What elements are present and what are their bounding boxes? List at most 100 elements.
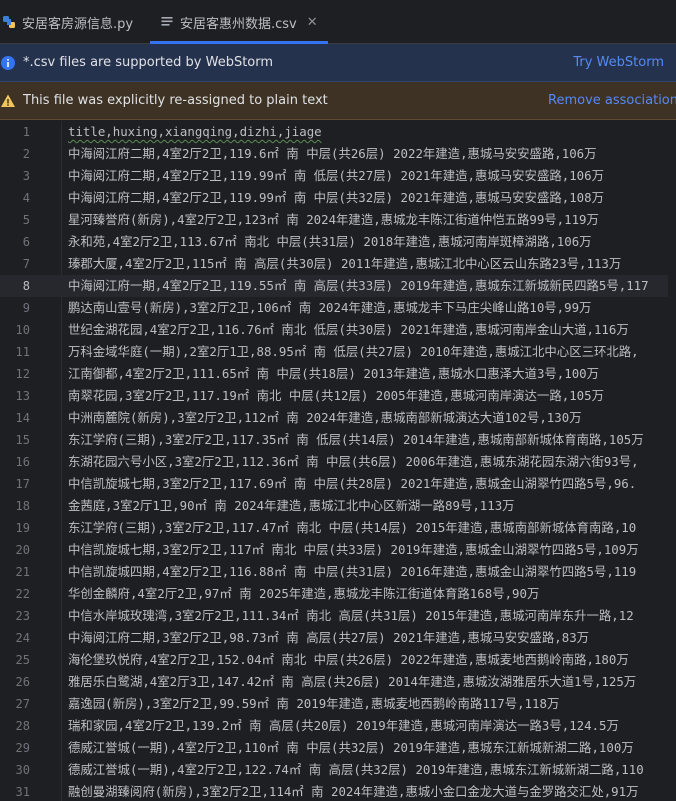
line-text: 瑧郡大厦,4室2厅2卫,115㎡ 南 高层(共30层) 2011年建造,惠城江北… (68, 256, 622, 271)
line-number: 8 (22, 279, 30, 293)
editor-line[interactable]: 23 中信水岸城玫瑰湾,3室2厅2卫,111.34㎡ 南北 高层(共31层) 20… (0, 605, 676, 627)
close-icon[interactable]: ✕ (307, 15, 318, 30)
line-number: 31 (15, 785, 30, 799)
line-text: 江南御都,4室2厅2卫,111.65㎡ 南 中层(共18层) 2013年建造,惠… (68, 366, 600, 381)
editor-line[interactable]: 16 东湖花园六号小区,3室2厅2卫,112.36㎡ 南 中层(共6层) 2006… (0, 451, 676, 473)
editor-line[interactable]: 30 德威江誉城(一期),4室2厅2卫,122.74㎡ 南 高层(共32层) 20… (0, 759, 676, 781)
line-text: 嘉逸园(新房),3室2厅2卫,99.59㎡ 南 2019年建造,惠城麦地西鹅岭南… (68, 696, 560, 711)
line-number: 16 (15, 455, 30, 469)
editor-line[interactable]: 29 德威江誉城(一期),4室2厅2卫,110㎡ 南 中层(共32层) 2019年… (0, 737, 676, 759)
line-text: 融创曼湖臻阅府(新房),3室2厅2卫,114㎡ 南 2024年建造,惠城小金口金… (68, 784, 639, 799)
tab-python-file[interactable]: 安居客房源信息.py (0, 0, 133, 44)
line-text: 海伦堡玖悦府,4室2厅2卫,152.04㎡ 南北 中层(共26层) 2022年建… (68, 652, 629, 667)
line-text: 南翠花园,3室2厅2卫,117.19㎡ 南北 中层(共12层) 2005年建造,… (68, 388, 604, 403)
editor-line[interactable]: 10 世纪金湖花园,4室2厅2卫,116.76㎡ 南北 低层(共30层) 2021… (0, 319, 676, 341)
editor-line[interactable]: 18 金茜庭,3室2厅1卫,90㎡ 南 2024年建造,惠城江北中心区新湖一路89… (0, 495, 676, 517)
line-number: 21 (15, 565, 30, 579)
editor-line[interactable]: 1 title,huxing,xiangqing,dizhi,jiage (0, 121, 676, 143)
editor-line[interactable]: 4 中海阅江府二期,4室2厅2卫,119.99㎡ 南 中层(共32层) 2021年… (0, 187, 676, 209)
editor-line[interactable]: 31 融创曼湖臻阅府(新房),3室2厅2卫,114㎡ 南 2024年建造,惠城小金… (0, 781, 676, 801)
line-text: 德威江誉城(一期),4室2厅2卫,122.74㎡ 南 高层(共32层) 2019… (68, 762, 644, 777)
line-number: 7 (22, 257, 30, 271)
tab-label: 安居客惠州数据.csv (180, 16, 297, 32)
line-text: 中信凯旋城七期,3室2厅2卫,117.69㎡ 南 中层(共28层) 2021年建… (68, 476, 637, 491)
line-text: 世纪金湖花园,4室2厅2卫,116.76㎡ 南北 低层(共30层) 2021年建… (68, 322, 629, 337)
editor-line[interactable]: 19 东江学府(三期),3室2厅2卫,117.47㎡ 南北 中层(共14层) 20… (0, 517, 676, 539)
line-number: 26 (15, 675, 30, 689)
editor-line[interactable]: 28 瑞和家园,4室2厅2卫,139.2㎡ 南 高层(共20层) 2019年建造,… (0, 715, 676, 737)
line-number: 4 (22, 191, 30, 205)
remove-association-link[interactable]: Remove association (548, 93, 676, 108)
webstorm-banner: *.csv files are supported by WebStorm Tr… (0, 44, 676, 82)
line-text: 华创金麟府,4室2厅2卫,97㎡ 南 2025年建造,惠城龙丰陈江街道体育路16… (68, 586, 540, 601)
editor-line[interactable]: 24 中海阅江府二期,3室2厅2卫,98.73㎡ 南 高层(共27层) 2021年… (0, 627, 676, 649)
try-webstorm-link[interactable]: Try WebStorm (573, 55, 664, 70)
line-number: 28 (15, 719, 30, 733)
line-number: 22 (15, 587, 30, 601)
line-number: 23 (15, 609, 30, 623)
line-number: 20 (15, 543, 30, 557)
plain-text-banner: This file was explicitly re-assigned to … (0, 82, 676, 120)
line-number: 18 (15, 499, 30, 513)
editor-line[interactable]: 3 中海阅江府二期,4室2厅2卫,119.99㎡ 南 低层(共27层) 2021年… (0, 165, 676, 187)
line-text: 中海阅江府一期,4室2厅2卫,119.55㎡ 南 高层(共33层) 2019年建… (68, 278, 649, 293)
editor-line[interactable]: 25 海伦堡玖悦府,4室2厅2卫,152.04㎡ 南北 中层(共26层) 2022… (0, 649, 676, 671)
line-text: 中洲南麓院(新房),3室2厅2卫,112㎡ 南 2024年建造,惠城南部新城演达… (68, 410, 582, 425)
line-text: 中信凯旋城七期,3室2厅2卫,117㎡ 南北 中层(共33层) 2019年建造,… (68, 542, 639, 557)
line-number: 6 (22, 235, 30, 249)
editor-line[interactable]: 17 中信凯旋城七期,3室2厅2卫,117.69㎡ 南 中层(共28层) 2021… (0, 473, 676, 495)
editor-line[interactable]: 8 中海阅江府一期,4室2厅2卫,119.55㎡ 南 高层(共33层) 2019年… (0, 275, 676, 297)
line-text: title,huxing,xiangqing,dizhi,jiage (68, 124, 322, 139)
editor-line[interactable]: 13 南翠花园,3室2厅2卫,117.19㎡ 南北 中层(共12层) 2005年建… (0, 385, 676, 407)
line-number: 30 (15, 763, 30, 777)
line-number: 1 (22, 125, 30, 139)
line-text: 中信水岸城玫瑰湾,3室2厅2卫,111.34㎡ 南北 高层(共31层) 2015… (68, 608, 634, 623)
editor-line[interactable]: 11 万科金域华庭(一期),2室2厅1卫,88.95㎡ 南 低层(共27层) 20… (0, 341, 676, 363)
line-text: 永和苑,4室2厅2卫,113.67㎡ 南北 中层(共31层) 2018年建造,惠… (68, 234, 592, 249)
editor-line[interactable]: 20 中信凯旋城七期,3室2厅2卫,117㎡ 南北 中层(共33层) 2019年建… (0, 539, 676, 561)
line-text: 中海阅江府二期,4室2厅2卫,119.99㎡ 南 低层(共27层) 2021年建… (68, 168, 604, 183)
editor-line[interactable]: 22 华创金麟府,4室2厅2卫,97㎡ 南 2025年建造,惠城龙丰陈江街道体育路… (0, 583, 676, 605)
line-text: 中信凯旋城四期,4室2厅2卫,116.88㎡ 南 中层(共31层) 2016年建… (68, 564, 637, 579)
line-text: 中海阅江府二期,3室2厅2卫,98.73㎡ 南 高层(共27层) 2021年建造… (68, 630, 590, 645)
text-editor[interactable]: 1 title,huxing,xiangqing,dizhi,jiage 2 中海阅江… (0, 121, 676, 801)
banner-text: This file was explicitly re-assigned to … (23, 93, 328, 108)
editor-line[interactable]: 7 瑧郡大厦,4室2厅2卫,115㎡ 南 高层(共30层) 2011年建造,惠城江… (0, 253, 676, 275)
line-number: 2 (22, 147, 30, 161)
editor-line[interactable]: 15 东江学府(三期),3室2厅2卫,117.35㎡ 南 低层(共14层) 201… (0, 429, 676, 451)
editor-line[interactable]: 5 星河臻誉府(新房),4室2厅2卫,123㎡ 南 2024年建造,惠城龙丰陈江街… (0, 209, 676, 231)
banner-text: *.csv files are supported by WebStorm (23, 55, 274, 70)
line-text: 东江学府(三期),3室2厅2卫,117.35㎡ 南 低层(共14层) 2014年… (68, 432, 644, 447)
editor-line[interactable]: 9 鹏达南山壹号(新房),3室2厅2卫,106㎡ 南 2024年建造,惠城龙丰下马… (0, 297, 676, 319)
editor-line[interactable]: 14 中洲南麓院(新房),3室2厅2卫,112㎡ 南 2024年建造,惠城南部新城… (0, 407, 676, 429)
tab-csv-file[interactable]: 安居客惠州数据.csv ✕ (150, 0, 328, 44)
editor-line[interactable]: 2 中海阅江府二期,4室2厅2卫,119.6㎡ 南 中层(共26层) 2022年建… (0, 143, 676, 165)
line-text: 星河臻誉府(新房),4室2厅2卫,123㎡ 南 2024年建造,惠城龙丰陈江街道… (68, 212, 599, 227)
editor-tab-bar: 安居客房源信息.py 安居客惠州数据.csv ✕ (0, 0, 676, 44)
line-number: 10 (15, 323, 30, 337)
line-text: 万科金域华庭(一期),2室2厅1卫,88.95㎡ 南 低层(共27层) 2010… (68, 344, 639, 359)
line-number: 19 (15, 521, 30, 535)
line-number: 12 (15, 367, 30, 381)
vertical-scrollbar[interactable] (668, 121, 676, 801)
line-number: 27 (15, 697, 30, 711)
line-number: 3 (22, 169, 30, 183)
editor-line[interactable]: 27 嘉逸园(新房),3室2厅2卫,99.59㎡ 南 2019年建造,惠城麦地西鹅… (0, 693, 676, 715)
line-number: 14 (15, 411, 30, 425)
line-text: 东湖花园六号小区,3室2厅2卫,112.36㎡ 南 中层(共6层) 2006年建… (68, 454, 639, 469)
line-text: 东江学府(三期),3室2厅2卫,117.47㎡ 南北 中层(共14层) 2015… (68, 520, 637, 535)
editor-line[interactable]: 6 永和苑,4室2厅2卫,113.67㎡ 南北 中层(共31层) 2018年建造,… (0, 231, 676, 253)
python-file-icon (3, 16, 15, 28)
line-number: 11 (15, 345, 30, 359)
editor-line[interactable]: 12 江南御都,4室2厅2卫,111.65㎡ 南 中层(共18层) 2013年建造… (0, 363, 676, 385)
line-number: 25 (15, 653, 30, 667)
line-number: 15 (15, 433, 30, 447)
tab-label: 安居客房源信息.py (22, 16, 134, 32)
line-text: 德威江誉城(一期),4室2厅2卫,110㎡ 南 中层(共32层) 2019年建造… (68, 740, 634, 755)
editor-line[interactable]: 21 中信凯旋城四期,4室2厅2卫,116.88㎡ 南 中层(共31层) 2016… (0, 561, 676, 583)
line-number: 29 (15, 741, 30, 755)
line-number: 9 (22, 301, 30, 315)
line-text: 雅居乐白鹭湖,4室2厅3卫,147.42㎡ 南 高层(共26层) 2014年建造… (68, 674, 637, 689)
line-number: 5 (22, 213, 30, 227)
editor-line[interactable]: 26 雅居乐白鹭湖,4室2厅3卫,147.42㎡ 南 高层(共26层) 2014年… (0, 671, 676, 693)
